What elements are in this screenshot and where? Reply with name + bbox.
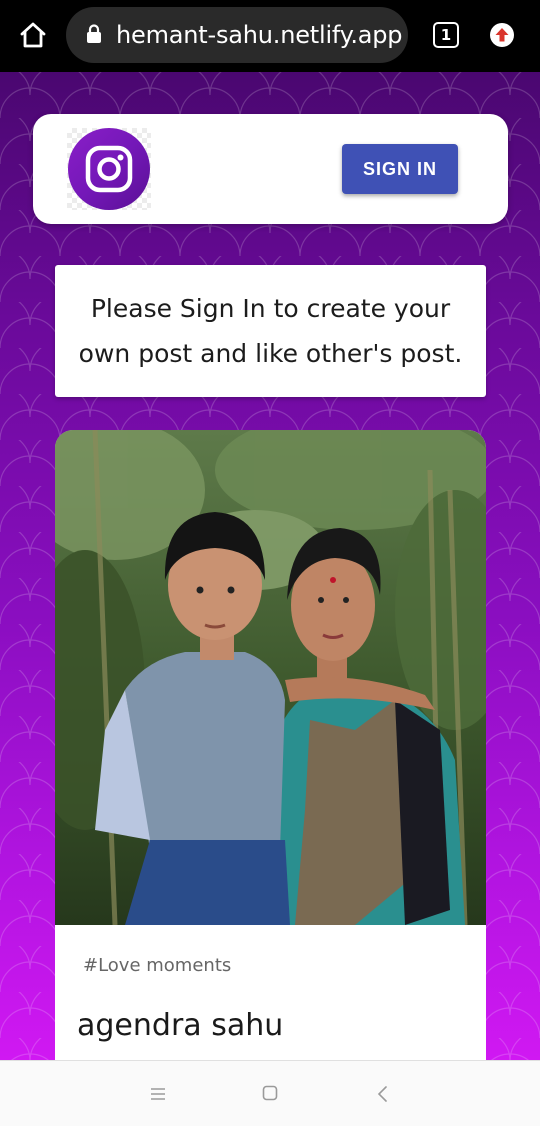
lock-icon	[87, 24, 101, 43]
square-home-icon[interactable]	[262, 1085, 278, 1101]
post-card: #Love moments agendra sahu	[55, 430, 486, 1060]
sign-in-button[interactable]: SIGN IN	[342, 144, 458, 194]
logo-circle	[68, 128, 150, 210]
menu-icon[interactable]	[148, 1085, 168, 1103]
post-photo[interactable]	[55, 430, 486, 925]
logo[interactable]	[67, 128, 151, 210]
notice-text: Please Sign In to create your own post a…	[78, 294, 463, 368]
system-nav-bar	[0, 1060, 540, 1126]
header-card: SIGN IN	[33, 114, 508, 224]
post-author: agendra sahu	[77, 1008, 284, 1043]
tab-switcher-button[interactable]: 1	[433, 22, 459, 48]
update-icon[interactable]	[489, 22, 515, 48]
back-icon[interactable]	[374, 1084, 392, 1104]
home-icon[interactable]	[18, 20, 48, 50]
post-caption: #Love moments	[83, 955, 232, 976]
instagram-icon	[85, 145, 133, 193]
url-text: hemant-sahu.netlify.app	[116, 21, 403, 49]
address-bar[interactable]: hemant-sahu.netlify.app	[66, 7, 408, 63]
sign-in-notice: Please Sign In to create your own post a…	[55, 265, 486, 397]
browser-toolbar: hemant-sahu.netlify.app 1	[0, 0, 540, 72]
web-page: SIGN IN Please Sign In to create your ow…	[0, 72, 540, 1060]
